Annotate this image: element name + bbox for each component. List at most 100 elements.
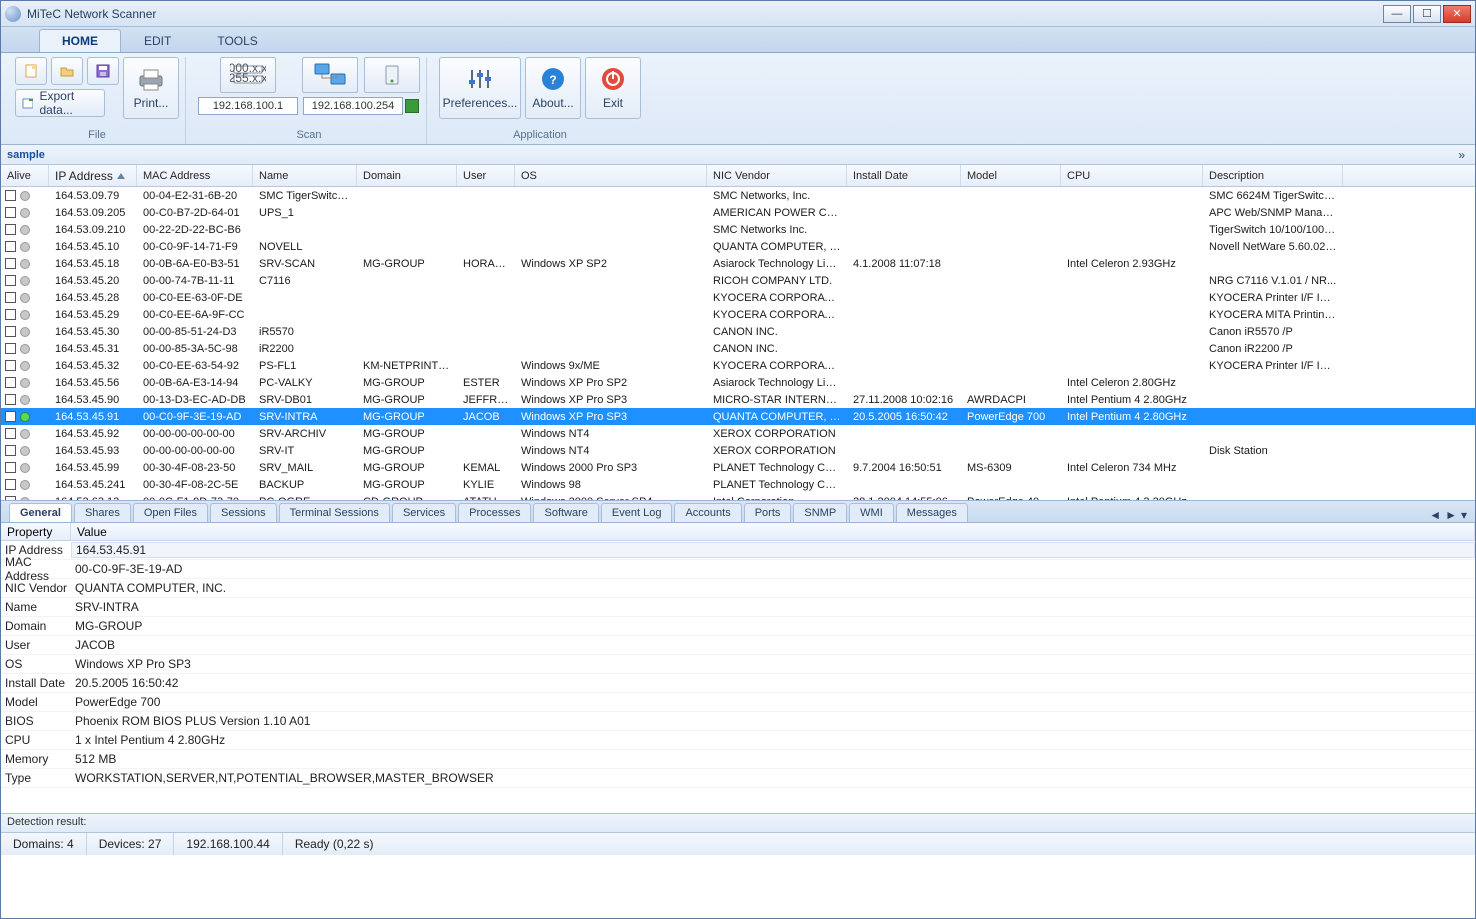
row-checkbox[interactable]: [5, 496, 16, 500]
detail-tab-event-log[interactable]: Event Log: [601, 503, 673, 522]
detail-tab-services[interactable]: Services: [392, 503, 456, 522]
col-alive[interactable]: Alive: [1, 165, 49, 186]
table-row[interactable]: 164.53.09.20500-C0-B7-2D-64-01UPS_1AMERI…: [1, 204, 1475, 221]
property-row[interactable]: ModelPowerEdge 700: [1, 693, 1475, 712]
row-checkbox[interactable]: [5, 224, 16, 235]
col-model[interactable]: Model: [961, 165, 1061, 186]
table-row[interactable]: 164.53.45.1800-0B-6A-E0-B3-51SRV-SCANMG-…: [1, 255, 1475, 272]
table-row[interactable]: 164.53.45.9900-30-4F-08-23-50SRV_MAILMG-…: [1, 459, 1475, 476]
tab-menu-icon[interactable]: ▾: [1461, 508, 1467, 522]
table-row[interactable]: 164.53.45.9200-00-00-00-00-00SRV-ARCHIVM…: [1, 425, 1475, 442]
preferences-button[interactable]: Preferences...: [439, 57, 521, 119]
table-row[interactable]: 164.53.45.2000-00-74-7B-11-11C7116RICOH …: [1, 272, 1475, 289]
col-name[interactable]: Name: [253, 165, 357, 186]
new-button[interactable]: [15, 57, 47, 85]
about-button[interactable]: ? About...: [525, 57, 581, 119]
col-mac[interactable]: MAC Address: [137, 165, 253, 186]
export-data-button[interactable]: Export data...: [15, 89, 105, 117]
table-row[interactable]: 164.53.45.1000-C0-9F-14-71-F9NOVELLQUANT…: [1, 238, 1475, 255]
col-user[interactable]: User: [457, 165, 515, 186]
row-checkbox[interactable]: [5, 343, 16, 354]
property-row[interactable]: BIOSPhoenix ROM BIOS PLUS Version 1.10 A…: [1, 712, 1475, 731]
table-row[interactable]: 164.53.09.21000-22-2D-22-BC-B6SMC Networ…: [1, 221, 1475, 238]
table-row[interactable]: 164.53.45.9000-13-D3-EC-AD-DBSRV-DB01MG-…: [1, 391, 1475, 408]
table-row[interactable]: 164.53.63.1300-0C-F1-9D-73-70PC-OGRECD-G…: [1, 493, 1475, 500]
save-button[interactable]: [87, 57, 119, 85]
col-cpu[interactable]: CPU: [1061, 165, 1203, 186]
row-checkbox[interactable]: [5, 241, 16, 252]
scan-network-button[interactable]: [302, 57, 358, 93]
row-checkbox[interactable]: [5, 190, 16, 201]
row-checkbox[interactable]: [5, 309, 16, 320]
table-row[interactable]: 164.53.45.3000-00-85-51-24-D3iR5570CANON…: [1, 323, 1475, 340]
detail-tab-shares[interactable]: Shares: [74, 503, 131, 522]
row-checkbox[interactable]: [5, 377, 16, 388]
row-checkbox[interactable]: [5, 207, 16, 218]
row-checkbox[interactable]: [5, 292, 16, 303]
table-row[interactable]: 164.53.45.3200-C0-EE-63-54-92PS-FL1KM-NE…: [1, 357, 1475, 374]
col-ip[interactable]: IP Address: [49, 165, 137, 186]
property-row[interactable]: DomainMG-GROUP: [1, 617, 1475, 636]
tab-next-icon[interactable]: ►: [1445, 508, 1457, 522]
property-row[interactable]: IP Address164.53.45.91: [1, 541, 1475, 560]
col-nic[interactable]: NIC Vendor: [707, 165, 847, 186]
detail-tab-open-files[interactable]: Open Files: [133, 503, 208, 522]
property-row[interactable]: UserJACOB: [1, 636, 1475, 655]
table-row[interactable]: 164.53.09.7900-04-E2-31-6B-20SMC TigerSw…: [1, 187, 1475, 204]
table-row[interactable]: 164.53.45.2900-C0-EE-6A-9F-CCKYOCERA COR…: [1, 306, 1475, 323]
row-checkbox[interactable]: [5, 275, 16, 286]
row-checkbox[interactable]: [5, 360, 16, 371]
row-checkbox[interactable]: [5, 479, 16, 490]
property-row[interactable]: Install Date20.5.2005 16:50:42: [1, 674, 1475, 693]
close-button[interactable]: ✕: [1443, 5, 1471, 23]
detail-tab-terminal-sessions[interactable]: Terminal Sessions: [279, 503, 390, 522]
grid-body[interactable]: 164.53.09.7900-04-E2-31-6B-20SMC TigerSw…: [1, 187, 1475, 500]
row-checkbox[interactable]: [5, 462, 16, 473]
detail-tab-processes[interactable]: Processes: [458, 503, 531, 522]
expand-chevron-icon[interactable]: »: [1454, 148, 1469, 162]
row-checkbox[interactable]: [5, 258, 16, 269]
exit-button[interactable]: Exit: [585, 57, 641, 119]
row-checkbox[interactable]: [5, 428, 16, 439]
tab-home[interactable]: HOME: [39, 29, 121, 52]
tab-prev-icon[interactable]: ◄: [1429, 508, 1441, 522]
ip-range-icon[interactable]: 000.x.x255.x.x: [220, 57, 276, 93]
row-checkbox[interactable]: [5, 445, 16, 456]
row-checkbox[interactable]: [5, 394, 16, 405]
detail-tab-ports[interactable]: Ports: [744, 503, 792, 522]
ip-end-input[interactable]: [303, 97, 403, 115]
detail-tab-sessions[interactable]: Sessions: [210, 503, 277, 522]
ip-start-input[interactable]: [198, 97, 298, 115]
detail-tab-messages[interactable]: Messages: [896, 503, 968, 522]
prop-col-property[interactable]: Property: [1, 523, 71, 540]
detail-tab-wmi[interactable]: WMI: [849, 503, 894, 522]
table-row[interactable]: 164.53.45.5600-0B-6A-E3-14-94PC-VALKYMG-…: [1, 374, 1475, 391]
tab-edit[interactable]: EDIT: [121, 29, 194, 52]
table-row[interactable]: 164.53.45.9100-C0-9F-3E-19-ADSRV-INTRAMG…: [1, 408, 1475, 425]
open-button[interactable]: [51, 57, 83, 85]
col-install[interactable]: Install Date: [847, 165, 961, 186]
print-button[interactable]: Print...: [123, 57, 179, 119]
detail-tab-snmp[interactable]: SNMP: [793, 503, 847, 522]
detail-tab-general[interactable]: General: [9, 503, 72, 522]
col-desc[interactable]: Description: [1203, 165, 1343, 186]
property-row[interactable]: OSWindows XP Pro SP3: [1, 655, 1475, 674]
detail-tab-software[interactable]: Software: [533, 503, 598, 522]
property-row[interactable]: MAC Address00-C0-9F-3E-19-AD: [1, 560, 1475, 579]
table-row[interactable]: 164.53.45.9300-00-00-00-00-00SRV-ITMG-GR…: [1, 442, 1475, 459]
property-row[interactable]: Memory512 MB: [1, 750, 1475, 769]
table-row[interactable]: 164.53.45.3100-00-85-3A-5C-98iR2200CANON…: [1, 340, 1475, 357]
prop-col-value[interactable]: Value: [71, 523, 1475, 540]
property-row[interactable]: TypeWORKSTATION,SERVER,NT,POTENTIAL_BROW…: [1, 769, 1475, 788]
property-row[interactable]: NIC VendorQUANTA COMPUTER, INC.: [1, 579, 1475, 598]
detail-tab-accounts[interactable]: Accounts: [674, 503, 741, 522]
property-row[interactable]: CPU1 x Intel Pentium 4 2.80GHz: [1, 731, 1475, 750]
row-checkbox[interactable]: [5, 411, 16, 422]
scan-device-button[interactable]: [364, 57, 420, 93]
col-domain[interactable]: Domain: [357, 165, 457, 186]
col-os[interactable]: OS: [515, 165, 707, 186]
property-body[interactable]: IP Address164.53.45.91MAC Address00-C0-9…: [1, 541, 1475, 813]
maximize-button[interactable]: ☐: [1413, 5, 1441, 23]
property-row[interactable]: NameSRV-INTRA: [1, 598, 1475, 617]
table-row[interactable]: 164.53.45.24100-30-4F-08-2C-5EBACKUPMG-G…: [1, 476, 1475, 493]
